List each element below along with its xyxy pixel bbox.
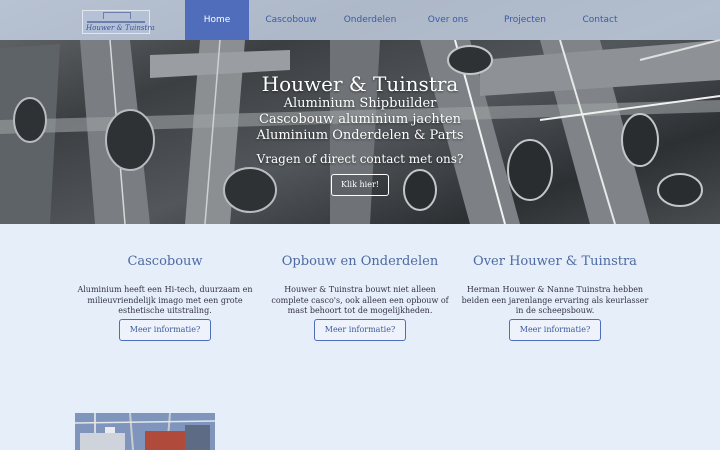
hero-subtitle-1: Aluminium Shipbuilder bbox=[283, 96, 437, 111]
hero-subtitle-2: Cascobouw aluminium jachten bbox=[258, 112, 462, 127]
more-info-button-over-ons[interactable]: Meer informatie? bbox=[509, 319, 601, 341]
nav-item-cascobouw[interactable]: Cascobouw bbox=[249, 0, 333, 40]
feature-opbouw: Opbouw en Onderdelen Houwer & Tuinstra b… bbox=[265, 254, 455, 317]
feature-title: Over Houwer & Tuinstra bbox=[473, 254, 637, 269]
logo-text: Houwer & Tuinstra bbox=[86, 24, 155, 32]
contact-cta-button[interactable]: Klik hier! bbox=[331, 174, 389, 196]
site-logo[interactable]: Houwer & Tuinstra bbox=[82, 10, 155, 34]
more-info-button-cascobouw[interactable]: Meer informatie? bbox=[119, 319, 211, 341]
feature-title: Opbouw en Onderdelen bbox=[281, 254, 439, 269]
nav-item-onderdelen[interactable]: Onderdelen bbox=[333, 0, 407, 40]
hero-subtitle-3: Aluminium Onderdelen & Parts bbox=[256, 128, 464, 143]
hero-question: Vragen of direct contact met ons? bbox=[256, 152, 464, 166]
nav-item-over-ons[interactable]: Over ons bbox=[407, 0, 489, 40]
feature-text: Houwer & Tuinstra bouwt niet alleen comp… bbox=[271, 285, 449, 315]
feature-text: Aluminium heeft een Hi-tech, duurzaam en… bbox=[77, 285, 253, 315]
nav-item-home[interactable]: Home bbox=[185, 0, 249, 40]
feature-cascobouw: Cascobouw Aluminium heeft een Hi-tech, d… bbox=[70, 254, 260, 317]
feature-title: Cascobouw bbox=[127, 254, 203, 269]
more-info-button-opbouw[interactable]: Meer informatie? bbox=[314, 319, 406, 341]
main-menu: Home Cascobouw Onderdelen Over ons Proje… bbox=[185, 0, 639, 40]
project-photo[interactable] bbox=[75, 413, 215, 450]
nav-item-contact[interactable]: Contact bbox=[561, 0, 639, 40]
feature-over-ons: Over Houwer & Tuinstra Herman Houwer & N… bbox=[460, 254, 650, 317]
hero-title: Houwer & Tuinstra bbox=[261, 72, 459, 96]
ship-logo-icon bbox=[87, 12, 145, 23]
feature-text: Herman Houwer & Nanne Tuinstra hebben be… bbox=[461, 285, 649, 315]
top-navigation: Houwer & Tuinstra Home Cascobouw Onderde… bbox=[0, 0, 720, 40]
shipyard-image bbox=[75, 413, 215, 450]
nav-item-projecten[interactable]: Projecten bbox=[489, 0, 561, 40]
